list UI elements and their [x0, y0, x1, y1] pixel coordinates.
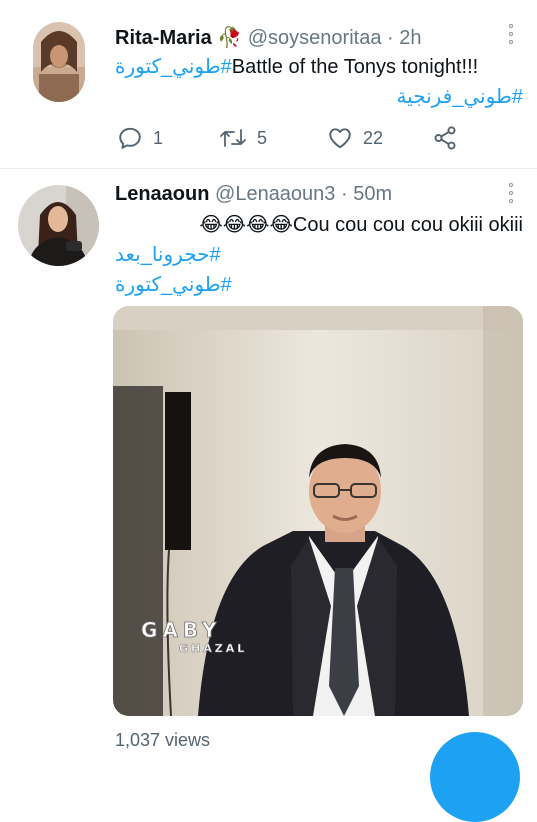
separator: ·: [387, 27, 394, 49]
video-frame: GABY GHAZAL: [113, 306, 523, 716]
separator: ·: [341, 183, 348, 205]
handle[interactable]: @Lenaaoun3: [215, 183, 335, 205]
like-button[interactable]: 22: [327, 122, 383, 154]
avatar-rita-maria[interactable]: [33, 22, 85, 102]
avatar-photo: [33, 22, 85, 102]
avatar-lenaaoun[interactable]: [18, 185, 99, 266]
tweet-text-line2: #طوني_فرنجية: [396, 84, 523, 109]
tweet-header: Lenaaoun @Lenaaoun3 · 50m: [115, 183, 392, 206]
tweet-text-line1: #طوني_كتورةBattle of the Tonys tonight!!…: [115, 54, 478, 79]
tweet-actions: 1 5 22: [115, 122, 515, 154]
timestamp[interactable]: 50m: [353, 183, 392, 205]
timestamp[interactable]: 2h: [399, 27, 421, 49]
more-icon[interactable]: [507, 24, 515, 44]
hashtag-toni-katoura[interactable]: طوني_كتورة#: [115, 274, 232, 296]
tweet-video[interactable]: GABY GHAZAL: [113, 306, 523, 716]
tweet-rita-maria[interactable]: Rita-Maria 🥀 @soysenoritaa · 2h #طوني_كت…: [0, 0, 537, 168]
share-button[interactable]: [432, 122, 458, 154]
display-name[interactable]: Lenaaoun: [115, 183, 209, 205]
hashtag-toni-katoura[interactable]: #طوني_كتورة: [115, 56, 232, 78]
hashtag-hajrouna-baad[interactable]: حجرونا_بعد#: [115, 244, 221, 266]
more-icon[interactable]: [507, 183, 515, 203]
watermark-gaby: GABY: [141, 618, 222, 642]
reply-icon: [119, 127, 141, 149]
retweet-button[interactable]: 5: [219, 122, 267, 154]
laughing-emojis: 😂😂😂😂: [199, 214, 293, 236]
avatar-photo: [18, 185, 99, 266]
tweet-text: Battle of the Tonys tonight!!!: [231, 56, 479, 78]
tweet-text-line2: حجرونا_بعد#: [115, 242, 221, 267]
tweet-text-line3: طوني_كتورة#: [115, 272, 232, 297]
hashtag-toni-frangieh[interactable]: #طوني_فرنجية: [396, 86, 523, 108]
tweet-header: Rita-Maria 🥀 @soysenoritaa · 2h: [115, 25, 421, 50]
handle[interactable]: @soysenoritaa: [248, 27, 382, 49]
compose-tweet-button[interactable]: [430, 732, 520, 822]
display-name[interactable]: Rita-Maria: [115, 27, 212, 49]
share-icon: [434, 126, 456, 150]
reply-count: 1: [153, 127, 164, 148]
tweet-text: Cou cou cou cou okiii okiii: [292, 214, 523, 236]
retweet-count: 5: [257, 127, 268, 148]
name-emoji: 🥀: [217, 27, 243, 49]
like-icon: [329, 128, 351, 149]
reply-button[interactable]: 1: [117, 122, 163, 154]
tweet-text-line1: 😂😂😂😂Cou cou cou cou okiii okiii: [199, 212, 523, 237]
retweet-icon: [220, 129, 246, 147]
like-count: 22: [363, 127, 384, 148]
view-count: 1,037 views: [115, 730, 211, 750]
watermark-ghazal: GHAZAL: [179, 642, 247, 655]
